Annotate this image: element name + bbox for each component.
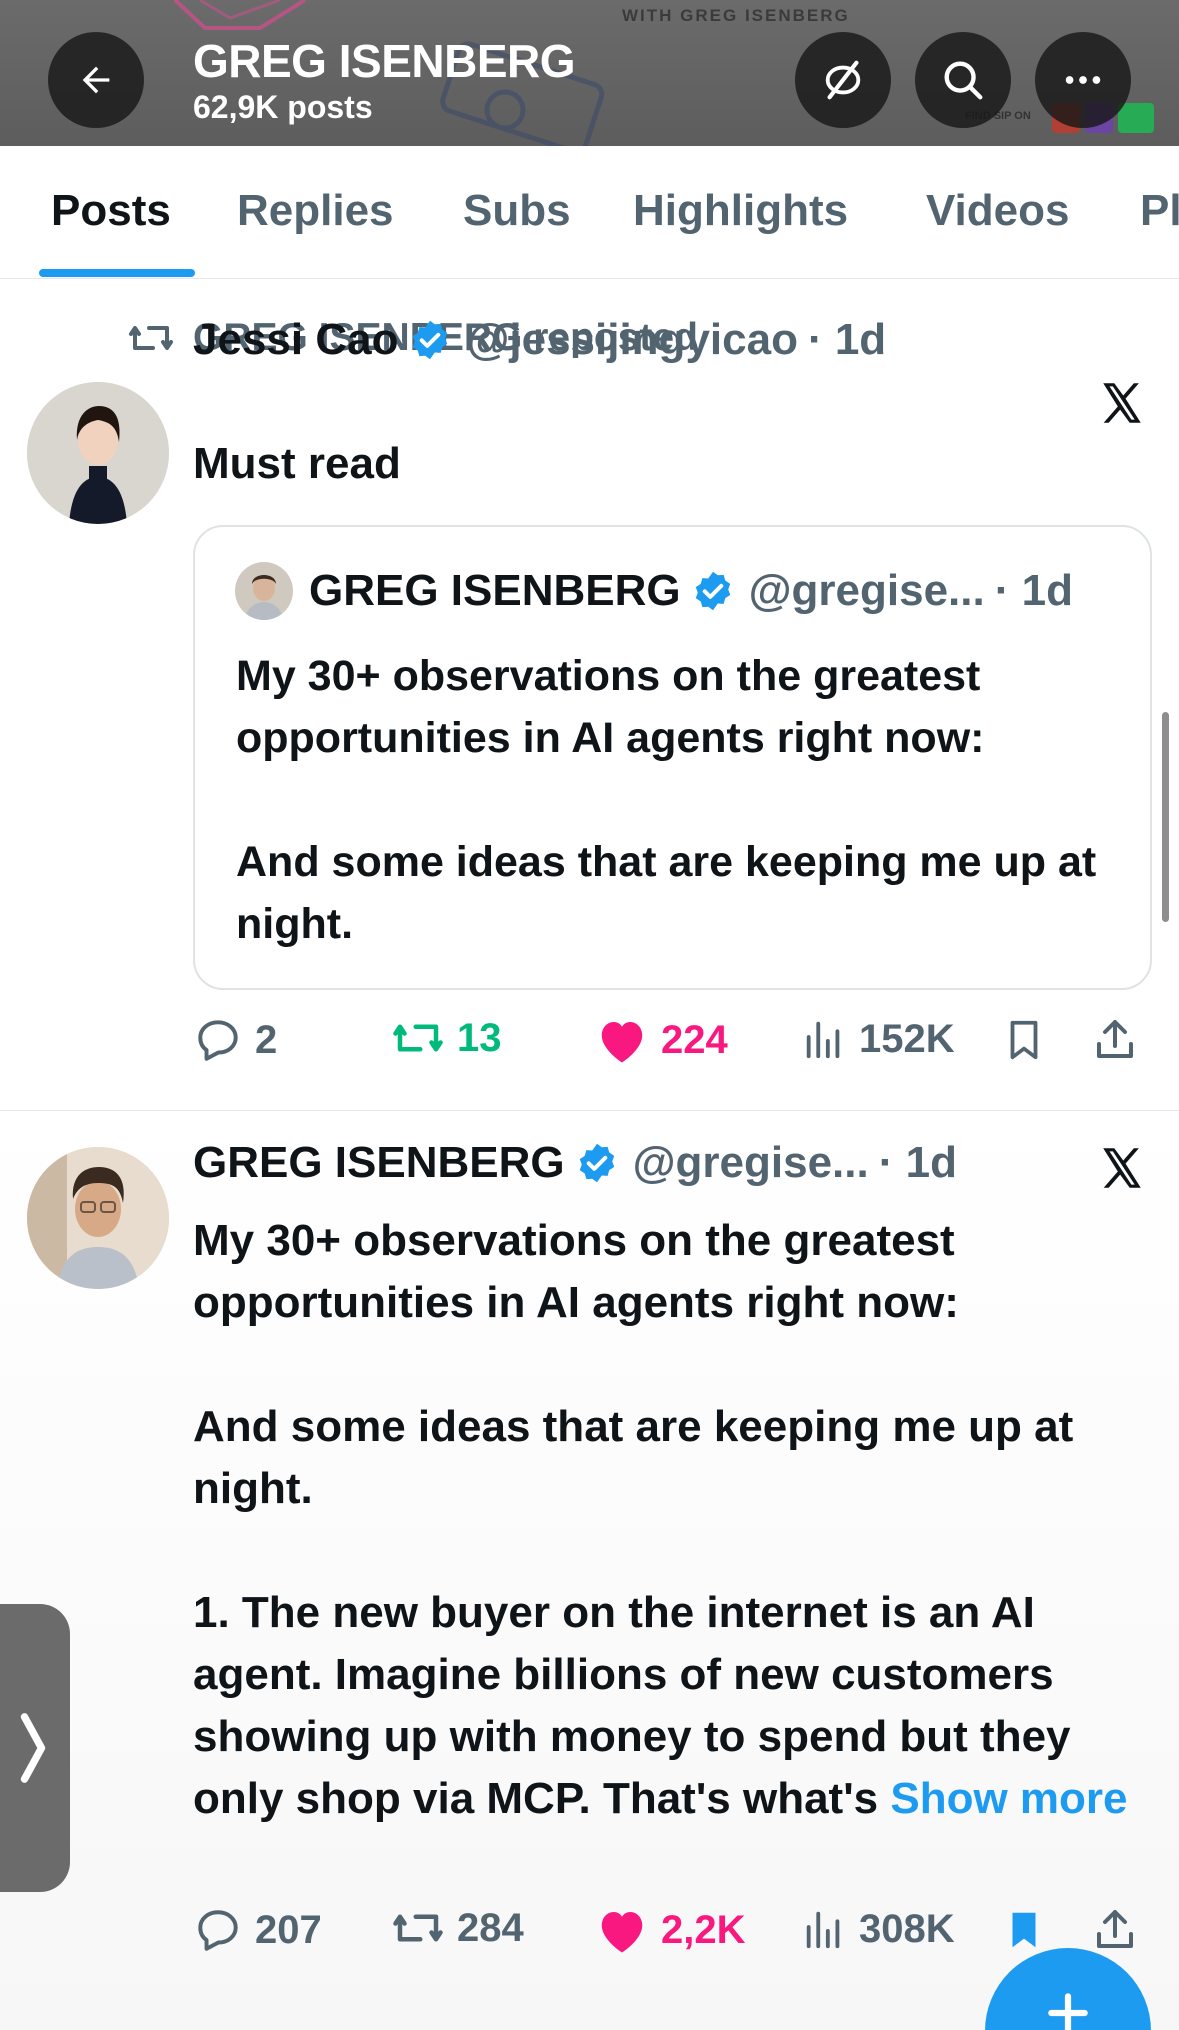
views-button[interactable]: 152K bbox=[801, 1015, 955, 1063]
quote-time: · 1d bbox=[994, 566, 1073, 615]
avatar-image bbox=[27, 382, 169, 524]
quote-avatar bbox=[235, 562, 293, 620]
like-count: 2,2K bbox=[661, 1907, 746, 1952]
active-tab-indicator bbox=[39, 269, 195, 277]
bookmark-icon bbox=[1010, 1020, 1038, 1060]
compose-plus-icon bbox=[1048, 1993, 1088, 2030]
share-icon bbox=[1097, 1910, 1133, 1948]
link-off-icon bbox=[825, 60, 861, 100]
quote-author-name: GREG ISENBERG bbox=[309, 566, 681, 615]
like-count: 224 bbox=[661, 1017, 728, 1062]
tab-subs[interactable]: Subs bbox=[463, 186, 571, 236]
tweet-body: My 30+ observations on the greatest oppo… bbox=[193, 1216, 1074, 1823]
views-count: 308K bbox=[859, 1906, 955, 1951]
author-name[interactable]: GREG ISENBERG bbox=[193, 1138, 565, 1188]
reply-count: 2 bbox=[255, 1017, 278, 1062]
quoted-tweet[interactable]: GREG ISENBERG @gregise... · 1d My 30+ ob… bbox=[193, 525, 1152, 990]
chevron-right-icon bbox=[20, 1713, 46, 1783]
tweet-time: · 1d bbox=[878, 1138, 957, 1187]
repost-button[interactable]: 284 bbox=[391, 1905, 524, 1951]
tweet-text: Must read bbox=[193, 439, 401, 488]
tab-highlights[interactable]: Highlights bbox=[633, 186, 848, 236]
profile-name: GREG ISENBERG bbox=[193, 35, 576, 87]
quote-text: My 30+ observations on the greatest oppo… bbox=[236, 652, 1097, 948]
side-panel-handle[interactable] bbox=[0, 1604, 70, 1892]
tab-photos[interactable]: Pl bbox=[1140, 186, 1179, 236]
like-icon bbox=[601, 1912, 643, 1953]
bookmark-button[interactable] bbox=[1001, 1015, 1059, 1065]
verified-icon bbox=[575, 1141, 619, 1185]
repost-button[interactable]: 13 bbox=[391, 1015, 502, 1061]
tweet-time: · 1d bbox=[807, 315, 887, 364]
avatar[interactable] bbox=[27, 382, 169, 524]
repost-count: 284 bbox=[457, 1905, 524, 1950]
tweet-text: My 30+ observations on the greatest oppo… bbox=[193, 1210, 1168, 1830]
repost-count: 13 bbox=[457, 1015, 502, 1060]
back-button[interactable] bbox=[48, 32, 144, 128]
bookmark-button[interactable] bbox=[1001, 1905, 1059, 1955]
like-button[interactable]: 2,2K bbox=[595, 1905, 746, 1955]
verified-icon bbox=[691, 569, 735, 613]
tweet-author-line: GREG ISENBERG @gregise... · 1d bbox=[193, 1113, 957, 1213]
repost-icon bbox=[129, 326, 173, 350]
quote-author-line: GREG ISENBERG @gregise... · 1d bbox=[235, 562, 1073, 620]
author-name[interactable]: Jessi Cao bbox=[193, 315, 398, 365]
search-icon bbox=[944, 61, 983, 100]
x-logo-icon bbox=[1103, 1148, 1141, 1188]
views-button[interactable]: 308K bbox=[801, 1905, 955, 1953]
share-button[interactable] bbox=[1091, 1905, 1151, 1955]
repost-icon bbox=[393, 1914, 443, 1942]
verified-icon bbox=[408, 318, 452, 362]
share-icon bbox=[1097, 1020, 1133, 1058]
link-off-button[interactable] bbox=[795, 32, 891, 128]
reply-icon bbox=[198, 1910, 238, 1951]
x-logo-icon bbox=[1103, 383, 1141, 423]
reply-icon bbox=[198, 1020, 238, 1061]
avatar[interactable] bbox=[27, 1147, 169, 1289]
banner-caption: WITH GREG ISENBERG bbox=[622, 6, 850, 25]
author-handle[interactable]: @gregise... bbox=[633, 1138, 869, 1188]
tweet-actions: 2 13 224 152K bbox=[193, 1015, 1153, 1075]
share-button[interactable] bbox=[1091, 1015, 1151, 1065]
back-arrow-icon bbox=[82, 66, 110, 94]
scrollbar[interactable] bbox=[1162, 712, 1169, 922]
tweet-actions: 207 284 2,2K 308K bbox=[193, 1905, 1153, 1965]
show-more-link[interactable]: Show more bbox=[890, 1774, 1127, 1823]
views-icon bbox=[806, 1021, 840, 1059]
repost-icon bbox=[393, 1024, 443, 1052]
search-button[interactable] bbox=[915, 32, 1011, 128]
like-button[interactable]: 224 bbox=[595, 1015, 728, 1065]
reply-button[interactable]: 207 bbox=[193, 1905, 322, 1955]
profile-header: WITH GREG ISENBERG FIND SIP ON GREG ISEN… bbox=[0, 0, 1179, 146]
reply-count: 207 bbox=[255, 1907, 322, 1952]
posts-count: 62,9K posts bbox=[193, 89, 373, 125]
more-icon bbox=[1065, 76, 1101, 84]
author-handle[interactable]: @jessijingyicao bbox=[466, 315, 797, 365]
like-icon bbox=[601, 1022, 643, 1063]
bookmark-icon bbox=[1012, 1912, 1036, 1948]
views-count: 152K bbox=[859, 1016, 955, 1061]
tab-replies[interactable]: Replies bbox=[237, 186, 394, 236]
tweet-original[interactable]: GREG ISENBERG @gregise... · 1d My 30+ ob… bbox=[0, 1111, 1179, 2030]
tab-videos[interactable]: Videos bbox=[926, 186, 1069, 236]
tweet-author-line: Jessi Cao @jessijingyicao · 1d bbox=[193, 290, 886, 390]
tab-posts[interactable]: Posts bbox=[51, 186, 171, 236]
quote-author-handle: @gregise... bbox=[748, 566, 985, 615]
views-icon bbox=[806, 1911, 840, 1949]
reply-button[interactable]: 2 bbox=[193, 1015, 277, 1065]
profile-tabs: Posts Replies Subs Highlights Videos Pl bbox=[0, 146, 1179, 279]
more-button[interactable] bbox=[1035, 32, 1131, 128]
tweet-repost[interactable]: GREG ISENBERG reposted Jessi Cao @jessij… bbox=[0, 280, 1179, 1110]
avatar-image bbox=[27, 1147, 169, 1289]
